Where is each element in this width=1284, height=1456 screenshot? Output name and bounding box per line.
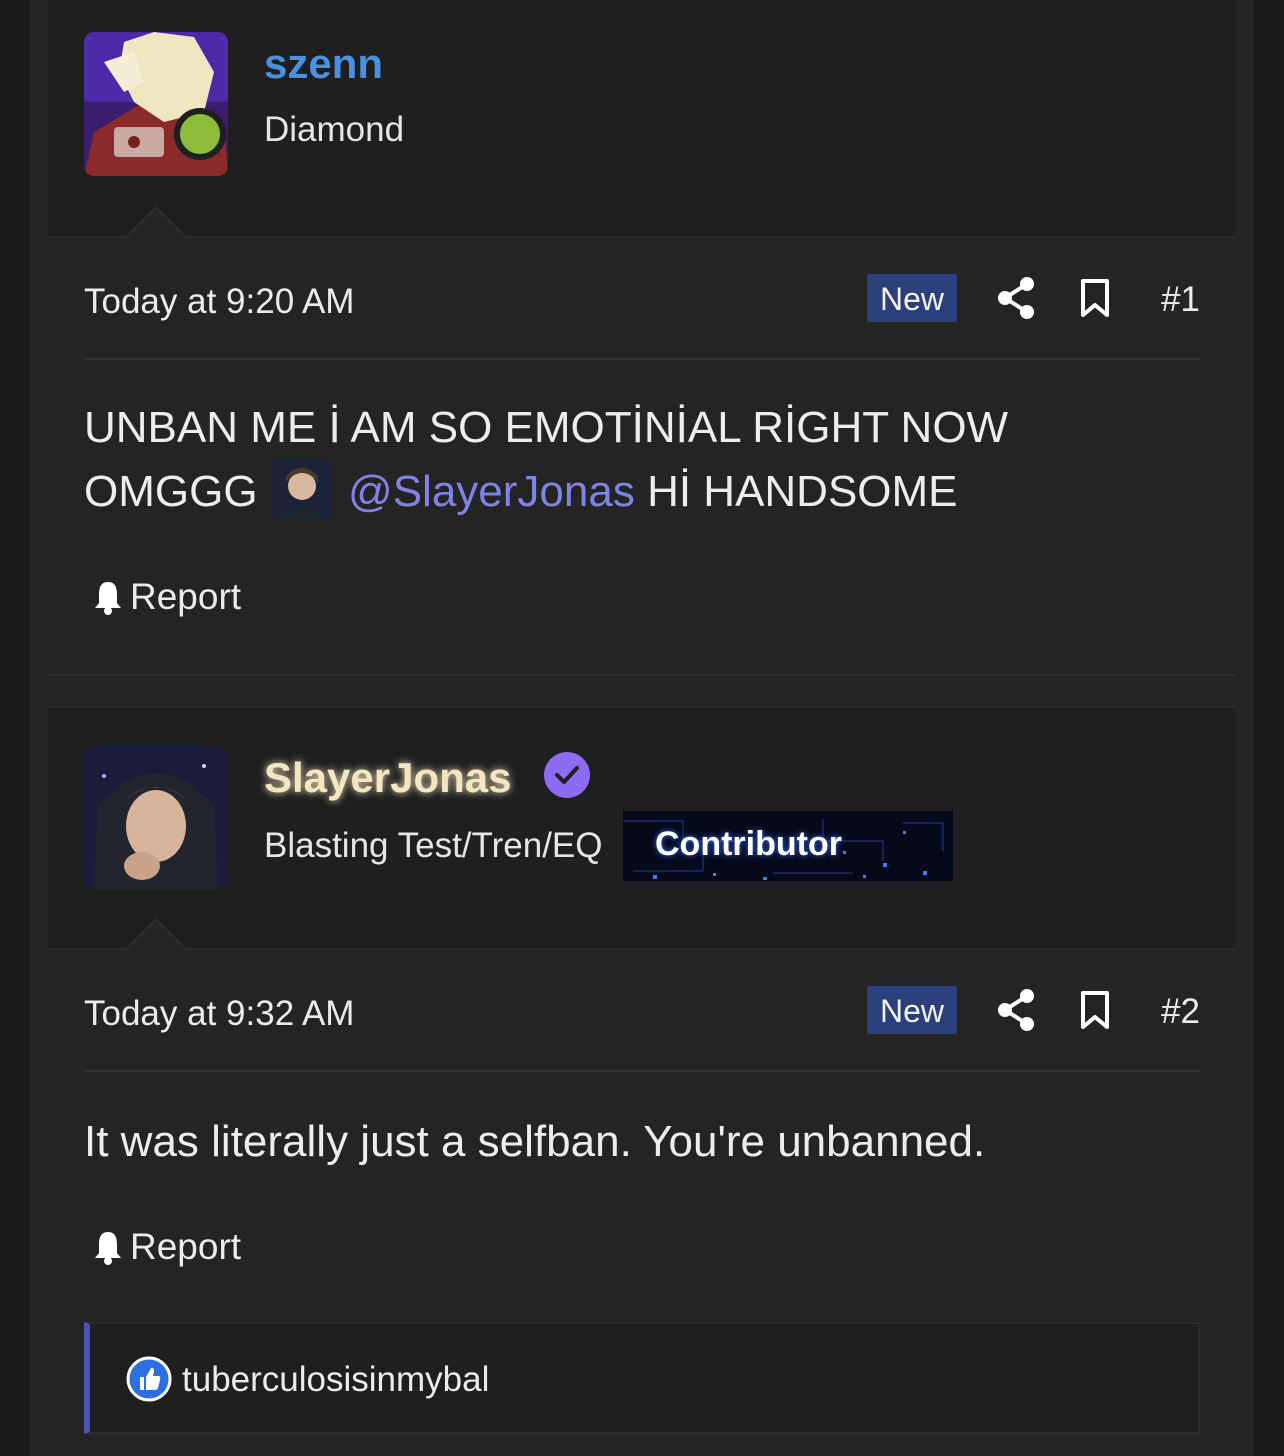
- contributor-banner: Contributor: [623, 811, 953, 881]
- bell-icon: [95, 582, 121, 615]
- bookmark-icon[interactable]: [1080, 278, 1110, 318]
- contributor-label: Contributor: [655, 825, 842, 863]
- post-divider: [84, 1070, 1200, 1072]
- username-link[interactable]: SlayerJonas: [264, 754, 512, 802]
- share-icon[interactable]: [996, 276, 1036, 320]
- user-mention-link[interactable]: @SlayerJonas: [348, 467, 635, 516]
- reactions-bar[interactable]: tuberculosisinmybal: [84, 1322, 1200, 1434]
- share-icon[interactable]: [996, 988, 1036, 1032]
- post-body-text: Hİ HANDSOME: [647, 467, 958, 516]
- post-body-line-1: UNBAN ME İ AM SO EMOTİNİAL RİGHT NOW: [84, 403, 1009, 452]
- new-badge: New: [867, 274, 957, 322]
- post-body-text: OMGGG: [84, 467, 258, 516]
- verified-icon: [544, 752, 590, 798]
- user-title: Blasting Test/Tren/EQ: [264, 826, 603, 865]
- post-date[interactable]: Today at 9:20 AM: [84, 282, 354, 322]
- post-2-user-block: SlayerJonas Blasting Test/Tren/EQ Contri…: [48, 706, 1236, 951]
- user-avatar[interactable]: [84, 746, 228, 890]
- post-meta-row: Today at 9:20 AM New #1: [84, 274, 1200, 334]
- post-number-link[interactable]: #1: [1161, 280, 1200, 320]
- report-label: Report: [130, 1226, 242, 1267]
- post-body: UNBAN ME İ AM SO EMOTİNİAL RİGHT NOW OMG…: [84, 396, 1194, 524]
- bell-icon: [95, 1232, 121, 1265]
- bookmark-icon[interactable]: [1080, 990, 1110, 1030]
- user-title: Diamond: [264, 110, 405, 149]
- post-date[interactable]: Today at 9:32 AM: [84, 994, 354, 1034]
- post-1-user-block: szenn Diamond: [48, 0, 1236, 239]
- report-link[interactable]: Report: [92, 1226, 241, 1268]
- new-badge: New: [867, 986, 957, 1034]
- post-1: szenn Diamond Today at 9:20 AM New #1 UN…: [48, 0, 1236, 617]
- report-label: Report: [130, 576, 242, 617]
- user-block-arrow: [124, 918, 188, 951]
- post-meta-row: Today at 9:32 AM New #2: [84, 986, 1200, 1046]
- mention-avatar: [271, 460, 332, 520]
- user-block-arrow: [124, 206, 188, 239]
- post-divider: [84, 358, 1200, 360]
- online-indicator: [174, 108, 226, 160]
- report-link[interactable]: Report: [92, 576, 241, 618]
- post-number-link[interactable]: #2: [1161, 992, 1200, 1032]
- post-2: SlayerJonas Blasting Test/Tren/EQ Contri…: [48, 706, 1236, 1267]
- post-separator: [48, 674, 1236, 676]
- post-body: It was literally just a selfban. You're …: [84, 1117, 986, 1166]
- like-icon: [126, 1356, 172, 1402]
- username-link[interactable]: szenn: [264, 40, 383, 88]
- post-body-line-2: OMGGG @SlayerJonas Hİ HANDSOME: [84, 460, 1194, 524]
- reaction-user-link[interactable]: tuberculosisinmybal: [182, 1360, 489, 1400]
